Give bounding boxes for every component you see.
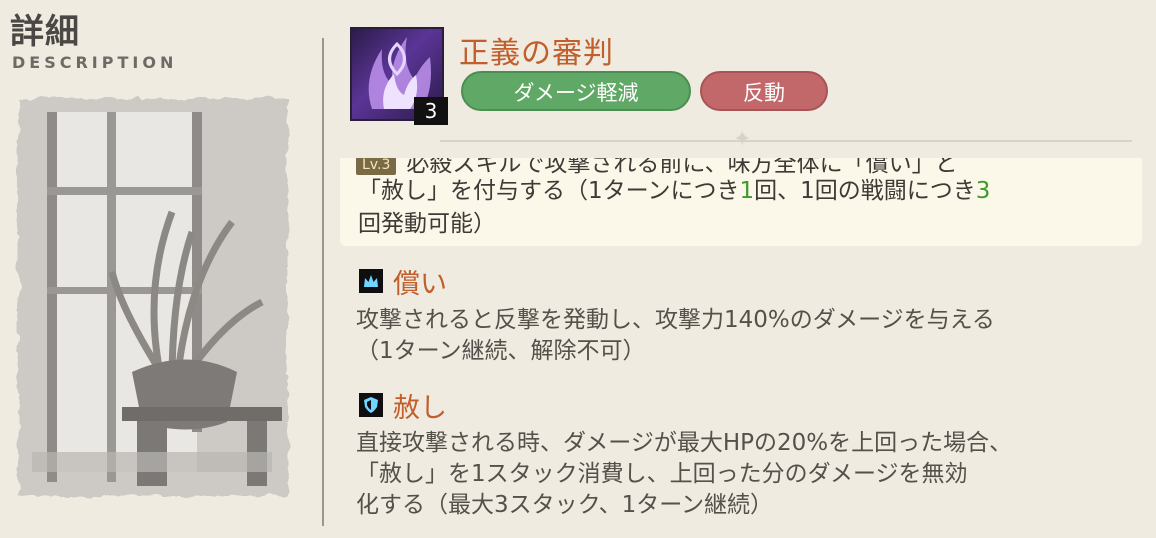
page-subtitle: DESCRIPTION xyxy=(12,53,178,72)
skill-level-badge: 3 xyxy=(414,97,448,125)
effect-text: 「赦し」を付与する（1ターンにつき1回、1回の戦闘につき3 回発動可能） xyxy=(358,178,991,237)
tag-damage-reduction: ダメージ軽減 xyxy=(461,71,691,111)
page-title: 詳細 xyxy=(10,12,80,52)
divider-star-icon: ✦ xyxy=(733,127,752,152)
buff-desc-atonement: 攻撃されると反撃を発動し、攻撃力140%のダメージを与える （1ターン継続、解除… xyxy=(356,307,995,364)
level-badge: Lv.3 xyxy=(356,158,397,175)
buff-name-forgiveness: 赦し xyxy=(393,393,447,424)
tag-recoil: 反動 xyxy=(700,71,828,111)
window-plant-illustration xyxy=(18,98,288,496)
skill-effect-panel: Lv.3 必殺スキルで攻撃される前に、味方全体に「償い」と 「赦し」を付与する（1… xyxy=(340,158,1142,246)
vertical-divider xyxy=(322,38,324,526)
buff-name-atonement: 償い xyxy=(393,269,447,300)
section-divider xyxy=(440,140,1132,142)
shield-buff-icon xyxy=(359,393,383,417)
crown-buff-icon xyxy=(359,269,383,293)
buff-desc-forgiveness: 直接攻撃される時、ダメージが最大HPの20%を上回った場合、 「赦し」を1スタッ… xyxy=(356,430,1013,518)
skill-name: 正義の審判 xyxy=(459,36,614,71)
